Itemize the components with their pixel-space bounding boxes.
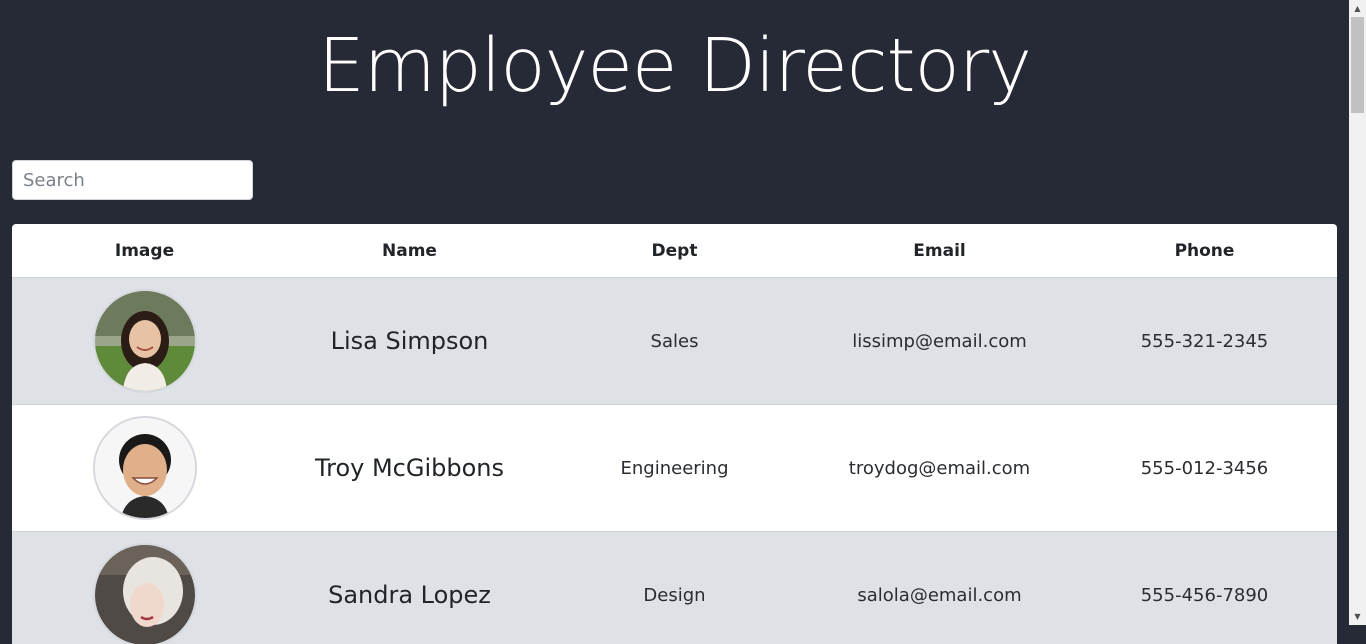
avatar: [92, 289, 197, 393]
table-header: Image Name Dept Email Phone: [12, 224, 1337, 278]
employee-photo-icon: [94, 418, 195, 518]
employee-name: Troy McGibbons: [314, 454, 505, 482]
employee-name: Sandra Lopez: [328, 581, 491, 609]
column-header-email[interactable]: Email: [807, 224, 1072, 277]
employee-email: salola@email.com: [857, 584, 1022, 606]
employee-dept: Engineering: [620, 457, 729, 479]
employee-dept: Sales: [650, 330, 699, 352]
employee-phone: 555-456-7890: [1140, 584, 1269, 606]
table-row: Troy McGibbons Engineering troydog@email…: [12, 405, 1337, 532]
avatar: [92, 543, 197, 644]
page-scrollbar[interactable]: ▲ ▼: [1349, 0, 1366, 625]
employee-table: Image Name Dept Email Phone Lisa Simpson…: [12, 224, 1337, 644]
page-title: Employee Directory: [317, 23, 1032, 109]
column-header-name[interactable]: Name: [277, 224, 542, 277]
employee-email: lissimp@email.com: [852, 330, 1027, 352]
avatar: [92, 416, 197, 520]
table-row: Lisa Simpson Sales lissimp@email.com 555…: [12, 278, 1337, 405]
scroll-up-arrow-icon[interactable]: ▲: [1349, 0, 1366, 17]
employee-name: Lisa Simpson: [330, 327, 489, 355]
employee-photo-icon: [94, 291, 195, 391]
app-container: Employee Directory Image Name Dept Email…: [0, 0, 1349, 644]
column-header-image[interactable]: Image: [12, 224, 277, 277]
employee-phone: 555-321-2345: [1140, 330, 1269, 352]
image-cell: [12, 289, 277, 393]
image-cell: [12, 416, 277, 520]
employee-phone: 555-012-3456: [1140, 457, 1269, 479]
scroll-down-arrow-icon[interactable]: ▼: [1349, 608, 1366, 625]
search-input[interactable]: [12, 160, 253, 200]
employee-photo-icon: [94, 545, 195, 644]
column-header-dept[interactable]: Dept: [542, 224, 807, 277]
table-row: Sandra Lopez Design salola@email.com 555…: [12, 532, 1337, 644]
column-header-phone[interactable]: Phone: [1072, 224, 1337, 277]
employee-email: troydog@email.com: [848, 457, 1031, 479]
employee-dept: Design: [643, 584, 706, 606]
scrollbar-thumb[interactable]: [1351, 17, 1364, 113]
image-cell: [12, 543, 277, 644]
